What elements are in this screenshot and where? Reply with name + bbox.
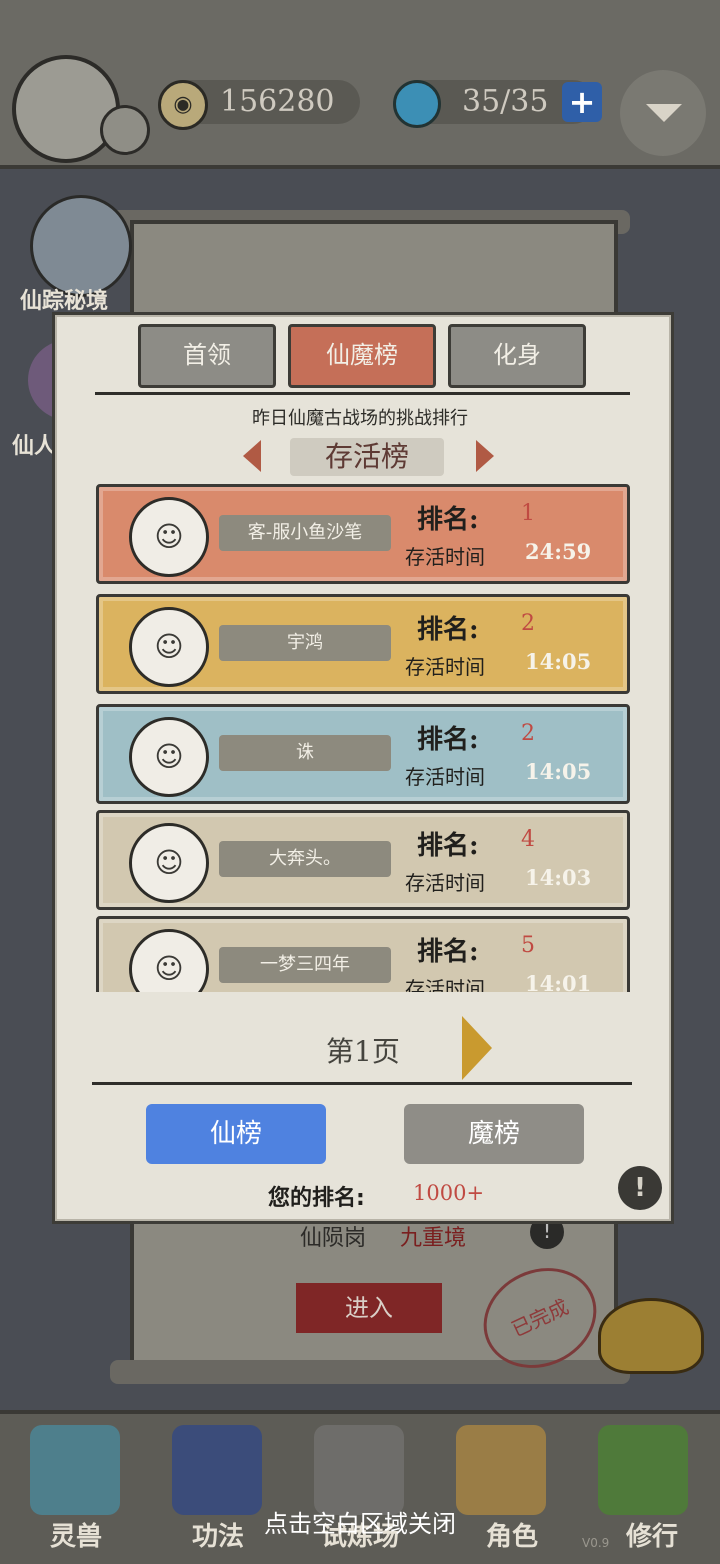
secret-realm-icon[interactable] (30, 195, 132, 297)
board-title: 存活榜 (324, 440, 409, 473)
demon-board-button[interactable]: 魔榜 (404, 1104, 584, 1164)
immortal-board-button[interactable]: 仙榜 (146, 1104, 326, 1164)
enter-button[interactable]: 进入 (296, 1283, 442, 1333)
player-name: 诛 (219, 735, 391, 771)
survival-time-value: 24:59 (525, 539, 592, 564)
rank-label: 排名: (417, 505, 479, 535)
cultivation-gourd-icon[interactable] (598, 1425, 688, 1515)
rank-value: 1 (521, 501, 535, 526)
survival-time-value: 14:05 (525, 759, 592, 784)
player-portrait: ☺ (129, 823, 209, 903)
player-portrait: ☺ (129, 717, 209, 797)
ranking-card[interactable]: ☺ 宇鸿 排名: 2 存活时间 14:05 (96, 594, 630, 694)
coin-icon: ◉ (158, 80, 208, 130)
my-rank-label: 您的排名: (268, 1186, 365, 1211)
survival-time-label: 存活时间 (405, 545, 485, 569)
stamina-icon (393, 80, 441, 128)
player-portrait: ☺ (129, 497, 209, 577)
survival-time-label: 存活时间 (405, 655, 485, 679)
player-name: 大奔头。 (219, 841, 391, 877)
survival-time-value: 14:05 (525, 649, 592, 674)
side-event-label: 仙人 (12, 434, 52, 459)
dropdown-chevron-icon[interactable] (620, 70, 706, 156)
rank-label: 排名: (417, 725, 479, 755)
rank-value: 2 (521, 721, 535, 746)
player-name: 一梦三四年 (219, 947, 391, 983)
info-icon[interactable]: ! (618, 1166, 662, 1210)
ranking-card[interactable]: ☺ 一梦三四年 排名: 5 存活时间 14:01 (96, 916, 630, 992)
coin-value: 156280 (220, 84, 335, 119)
version-tag: V0.9 (582, 1536, 610, 1550)
player-portrait: ☺ (129, 607, 209, 687)
spirit-beast-icon[interactable] (30, 1425, 120, 1515)
trial-ground-icon[interactable] (314, 1425, 404, 1515)
prev-board-arrow-icon[interactable] (243, 440, 261, 472)
player-name: 客-服小鱼沙笔 (219, 515, 391, 551)
tab-divider (95, 392, 630, 395)
rank-label: 排名: (417, 831, 479, 861)
realm-sub-label: 九重境 (400, 1226, 467, 1251)
ranking-subtitle: 昨日仙魔古战场的挑战排行 (252, 408, 468, 429)
ranking-card[interactable]: ☺ 诛 排名: 2 存活时间 14:05 (96, 704, 630, 804)
rank-value: 2 (521, 611, 535, 636)
player-name: 宇鸿 (219, 625, 391, 661)
survival-time-value: 14:03 (525, 865, 592, 890)
survival-time-value: 14:01 (525, 971, 592, 992)
tab-immortal-demon-board[interactable]: 仙魔榜 (288, 324, 436, 388)
rank-label: 排名: (417, 615, 479, 645)
rank-value: 4 (521, 827, 535, 852)
player-portrait: ☺ (129, 929, 209, 992)
player-avatar[interactable] (12, 55, 120, 163)
stamina-value: 35/35 (462, 84, 549, 119)
survival-time-label: 存活时间 (405, 871, 485, 895)
ranking-list[interactable]: ☺ 客-服小鱼沙笔 排名: 1 存活时间 24:59 ☺ 宇鸿 排名: 2 存活… (96, 484, 630, 992)
cauldron-icon[interactable] (598, 1298, 704, 1374)
ranking-card[interactable]: ☺ 大奔头。 排名: 4 存活时间 14:03 (96, 810, 630, 910)
rank-value: 5 (521, 933, 535, 958)
page-label: 第1页 (326, 1035, 400, 1068)
survival-time-label: 存活时间 (405, 765, 485, 789)
ranking-card[interactable]: ☺ 客-服小鱼沙笔 排名: 1 存活时间 24:59 (96, 484, 630, 584)
technique-book-icon[interactable] (172, 1425, 262, 1515)
character-icon[interactable] (456, 1425, 546, 1515)
realm-label: 仙陨岗 (300, 1226, 367, 1251)
tab-leader[interactable]: 首领 (138, 324, 276, 388)
bottom-divider (92, 1082, 632, 1085)
next-page-arrow-icon[interactable] (462, 1016, 492, 1080)
survival-time-label: 存活时间 (405, 977, 485, 992)
secret-realm-label: 仙踪秘境 (20, 289, 109, 314)
add-stamina-button[interactable]: + (562, 82, 602, 122)
next-board-arrow-icon[interactable] (476, 440, 494, 472)
close-hint[interactable]: 点击空白区域关闭 (0, 1504, 720, 1539)
rank-label: 排名: (417, 937, 479, 967)
my-rank-value: 1000+ (413, 1181, 485, 1205)
tab-avatar[interactable]: 化身 (448, 324, 586, 388)
avatar-badge-icon[interactable] (100, 105, 150, 155)
